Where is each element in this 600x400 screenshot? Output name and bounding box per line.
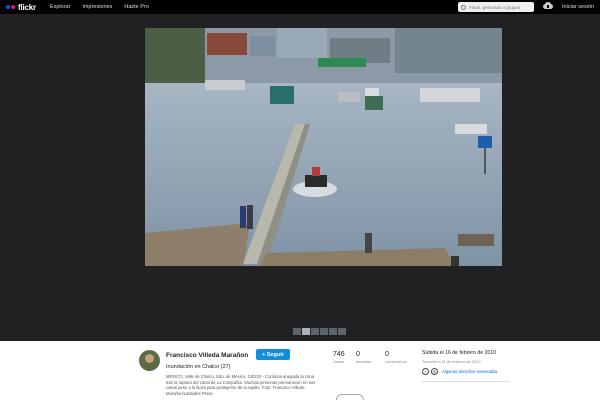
photo-title: Inundación en Chalco (27) (166, 364, 231, 370)
signin-link[interactable]: Iniciar sesión (562, 4, 594, 10)
comments-label: comentarios (385, 359, 407, 364)
favorites-label: favoritos (356, 359, 372, 364)
cc-noncommercial-icon: $ (431, 368, 438, 375)
taken-date: Tomada el 11 de febrero de 2010 (422, 359, 481, 364)
thumbnail[interactable] (329, 328, 337, 335)
photo-description: MÉXICO, Valle de Chalco, Edo. de México,… (166, 374, 316, 396)
stat-favorites: 0 favoritos (356, 351, 371, 364)
thumbnail-active[interactable] (302, 328, 310, 335)
flickr-logo[interactable]: flickr (6, 3, 36, 12)
divider (422, 381, 510, 382)
partial-cloud-icon (336, 394, 364, 400)
stat-comments: 0 comentarios (385, 351, 407, 364)
upload-cloud-icon[interactable] (543, 2, 553, 10)
search-input[interactable] (469, 4, 529, 10)
thumbnail-strip (293, 328, 346, 335)
logo-blue-dot-icon (6, 5, 10, 9)
cc-attribution-icon: i (422, 368, 429, 375)
follow-button[interactable]: + Seguir (256, 349, 290, 360)
photo-info-panel: Francisco Villeda Marañon + Seguir Inund… (0, 341, 600, 400)
license-link[interactable]: Algunos derechos reservados (442, 369, 497, 374)
logo-pink-dot-icon (11, 5, 15, 9)
thumbnail[interactable] (311, 328, 319, 335)
favorites-count: 0 (356, 351, 360, 358)
main-nav: Explorar Impresiones Hazte Pro (50, 4, 149, 10)
owner-name[interactable]: Francisco Villeda Marañon (166, 352, 248, 359)
upload-arrow-shape (547, 5, 549, 8)
logo-text: flickr (18, 2, 36, 12)
thumbnail[interactable] (293, 328, 301, 335)
top-navigation-bar: flickr Explorar Impresiones Hazte Pro In… (0, 0, 600, 14)
thumbnail[interactable] (338, 328, 346, 335)
license-info[interactable]: i $ Algunos derechos reservados (422, 368, 497, 375)
owner-avatar[interactable] (139, 350, 160, 371)
stat-views: 746 Vistas (333, 351, 345, 364)
upload-date: Subida el 16 de febrero de 2010 (422, 350, 497, 356)
flood-scene-image (145, 28, 502, 266)
search-box[interactable] (458, 2, 534, 12)
nav-item-explorar[interactable]: Explorar (50, 4, 70, 10)
search-icon (461, 4, 466, 10)
comments-count: 0 (385, 351, 389, 358)
main-photo[interactable] (145, 28, 502, 266)
nav-item-impresiones[interactable]: Impresiones (82, 4, 112, 10)
views-count: 746 (333, 351, 345, 358)
thumbnail[interactable] (320, 328, 328, 335)
views-label: Vistas (333, 359, 344, 364)
nav-item-hazte-pro[interactable]: Hazte Pro (124, 4, 148, 10)
